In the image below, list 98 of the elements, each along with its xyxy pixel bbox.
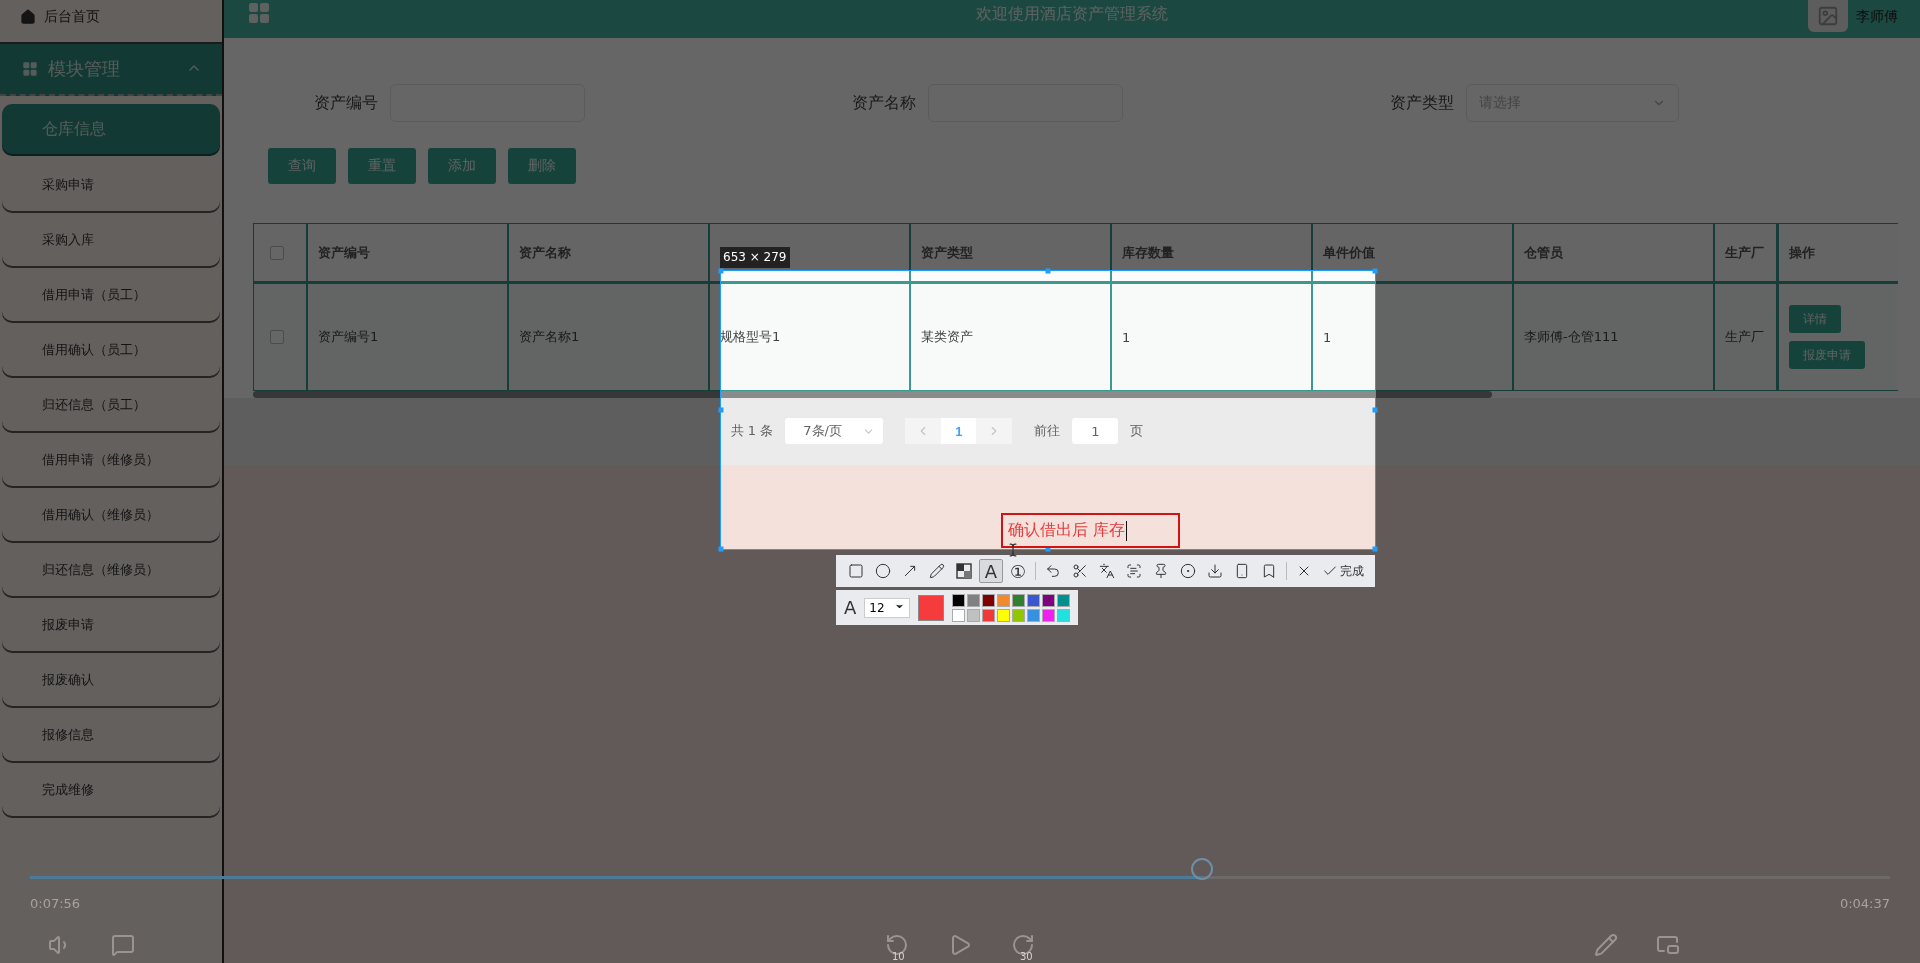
page-suffix: 页 [1130, 422, 1144, 441]
column-header: 单件价值 [1323, 243, 1375, 262]
resize-handle[interactable] [1372, 407, 1378, 413]
row-action-button[interactable]: 报废申请 [1789, 341, 1865, 369]
phone-icon [1234, 563, 1250, 579]
resize-handle[interactable] [1372, 268, 1378, 274]
goto-label: 前往 [1034, 422, 1061, 441]
color-swatch[interactable] [1057, 593, 1071, 607]
color-swatch[interactable] [982, 593, 996, 607]
picture-in-picture-icon[interactable] [1656, 933, 1680, 957]
subtitles-icon[interactable] [111, 933, 135, 957]
undo-icon [1045, 563, 1061, 579]
text-caret [1126, 520, 1128, 541]
progress-track[interactable] [30, 876, 1890, 879]
column-header: 资产名称 [519, 243, 571, 262]
color-swatch[interactable] [1027, 608, 1041, 622]
home-icon [20, 9, 36, 25]
elapsed-time: 0:07:56 [30, 896, 81, 911]
download-icon [1207, 563, 1223, 579]
checkbox[interactable] [270, 330, 284, 344]
done-button[interactable]: 完成 [1319, 559, 1367, 583]
column-header: 操作 [1789, 243, 1815, 262]
row-action-button[interactable]: 详情 [1789, 305, 1841, 333]
table-cell: 1 [1323, 329, 1332, 345]
rewind-seconds: 10 [892, 951, 905, 962]
color-swatch[interactable] [1042, 593, 1056, 607]
color-swatch[interactable] [967, 608, 981, 622]
color-swatch[interactable] [952, 593, 966, 607]
page-number[interactable]: 1 [941, 418, 977, 445]
progress-thumb[interactable] [1190, 858, 1213, 880]
table-cell: 李师傅-仓管111 [1524, 328, 1619, 346]
color-swatch[interactable] [1012, 608, 1026, 622]
annotation-text: 确认借出后 库存 [1008, 520, 1126, 541]
forward-seconds: 30 [1020, 951, 1033, 962]
avatar[interactable] [1808, 0, 1848, 32]
color-swatch[interactable] [1042, 608, 1056, 622]
text-annotation[interactable]: 确认借出后 库存 [1001, 513, 1180, 548]
table-cell: 资产名称1 [519, 328, 580, 346]
scan-icon [1126, 563, 1142, 579]
checkbox[interactable] [270, 245, 284, 260]
text-tool[interactable]: A [979, 559, 1003, 583]
remaining-time: 0:04:37 [1839, 896, 1890, 911]
resize-handle[interactable] [718, 268, 724, 274]
column-header: 仓管员 [1524, 243, 1563, 262]
column-header: 生产厂 [1725, 243, 1764, 262]
circle-icon [875, 563, 891, 579]
color-swatch[interactable] [967, 593, 981, 607]
color-swatch[interactable] [997, 608, 1011, 622]
font-glyph: A [844, 597, 857, 618]
pencil-icon [929, 563, 945, 579]
table-cell: 资产编号1 [318, 328, 379, 346]
action-button[interactable]: 删除 [508, 148, 576, 184]
color-swatch[interactable] [997, 593, 1011, 607]
scissors-icon [1072, 563, 1088, 579]
total-count: 共 1 条 [730, 422, 774, 441]
font-size-select[interactable]: 12 [864, 597, 911, 618]
text-tool[interactable]: ① [1006, 559, 1030, 583]
column-header: 库存数量 [1122, 243, 1174, 262]
field-label: 资产类型 [1389, 92, 1454, 114]
action-button[interactable]: 查询 [268, 148, 336, 184]
table-cell: 规格型号1 [720, 328, 781, 346]
grid-icon[interactable] [247, 1, 271, 25]
rectangle-icon [848, 563, 864, 579]
scrollbar[interactable] [253, 391, 1492, 398]
menu-group[interactable]: 模块管理 [0, 44, 222, 96]
pin-icon [1153, 563, 1169, 579]
action-button[interactable]: 添加 [428, 148, 496, 184]
field-label: 资产编号 [313, 92, 378, 114]
table-cell: 某类资产 [921, 328, 973, 346]
mosaic-icon [956, 563, 972, 579]
image-icon [1817, 5, 1839, 27]
pencil-icon[interactable] [1594, 933, 1618, 957]
translate-icon [1099, 563, 1115, 579]
resize-handle[interactable] [718, 546, 724, 552]
arrow-icon [902, 563, 918, 579]
color-swatch[interactable] [1027, 593, 1041, 607]
page-title: 欢迎使用酒店资产管理系统 [976, 4, 1168, 25]
color-swatch[interactable] [982, 608, 996, 622]
color-swatch[interactable] [1057, 608, 1071, 622]
page-size-select[interactable]: 7条/页 [785, 418, 884, 445]
size-label: 653 × 279 [720, 247, 790, 268]
grid-icon [22, 61, 38, 77]
resize-handle[interactable] [1045, 546, 1051, 552]
color-swatch[interactable] [1012, 593, 1026, 607]
color-swatch[interactable] [952, 608, 966, 622]
table-cell: 生产厂 [1725, 328, 1764, 346]
page-input[interactable]: 1 [1072, 418, 1119, 445]
current-color-swatch[interactable] [918, 594, 945, 621]
column-header: 资产编号 [318, 243, 370, 262]
resize-handle[interactable] [1045, 268, 1051, 274]
field-label: 资产名称 [851, 92, 916, 114]
record-icon [1180, 563, 1196, 579]
bookmark-icon [1261, 563, 1277, 579]
resize-handle[interactable] [718, 407, 724, 413]
column-header: 资产类型 [921, 243, 973, 262]
resize-handle[interactable] [1372, 546, 1378, 552]
table-cell: 1 [1122, 329, 1131, 345]
action-button[interactable]: 重置 [348, 148, 416, 184]
